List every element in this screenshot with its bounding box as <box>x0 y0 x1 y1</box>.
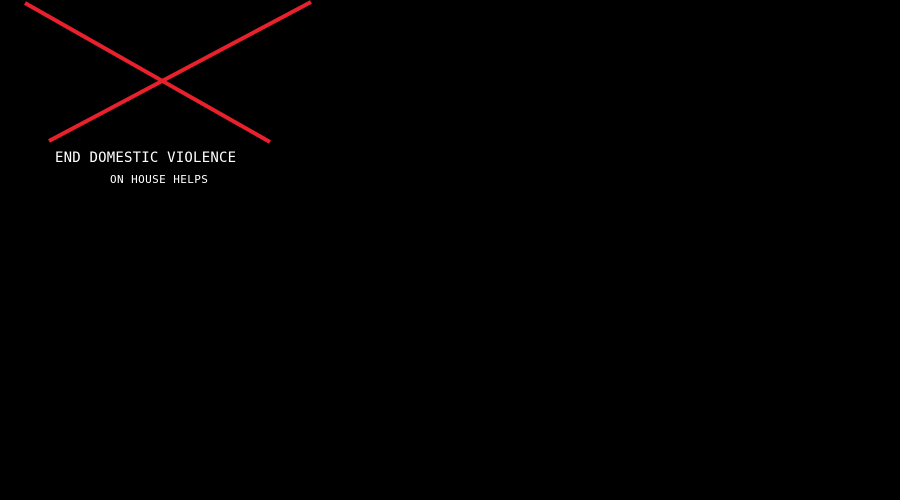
cross-stroke-down <box>24 1 271 144</box>
red-x-icon <box>24 0 312 144</box>
headline-text: END DOMESTIC VIOLENCE <box>55 150 237 166</box>
cross-stroke-up <box>48 0 312 143</box>
subline-text: ON HOUSE HELPS <box>110 173 209 186</box>
poster-canvas: END DOMESTIC VIOLENCE ON HOUSE HELPS <box>0 0 900 500</box>
